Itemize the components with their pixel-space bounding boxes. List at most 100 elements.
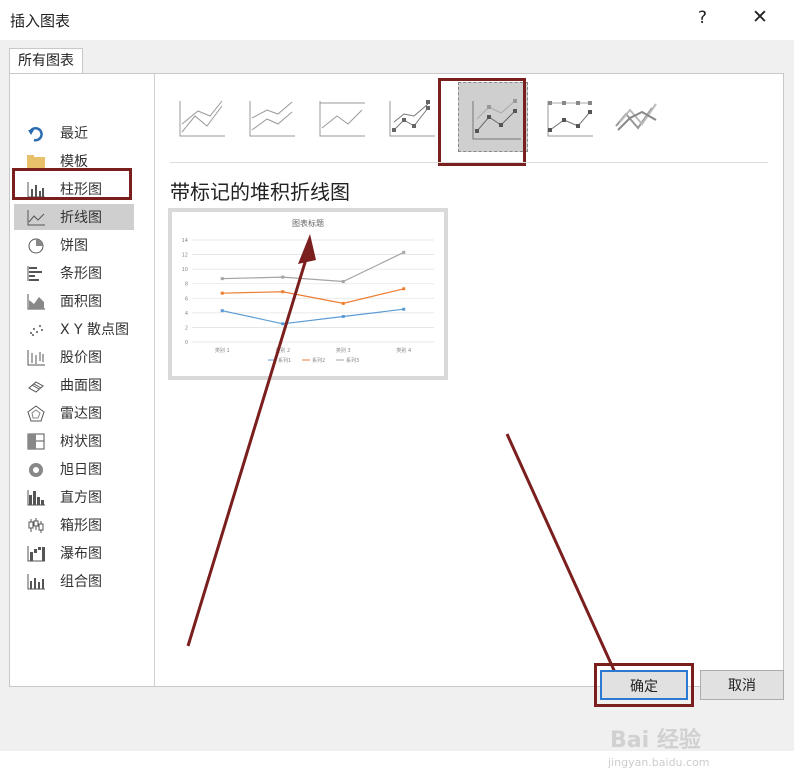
chart-type-title: 带标记的堆积折线图 — [170, 180, 350, 204]
stock-chart-icon — [26, 348, 46, 366]
subtype-3d-line[interactable] — [608, 86, 668, 146]
data-point — [341, 315, 345, 318]
legend-label: 系列2 — [312, 357, 325, 364]
sidebar-item-4[interactable]: 饼图 — [14, 232, 134, 258]
data-point — [281, 275, 285, 279]
chart-preview[interactable]: 图表标题 0 2 4 6 8 10 12 14 类别 1 类别 2 类别 3 类别 4 系列1 系列2 系列3 — [168, 208, 448, 380]
recent-icon — [26, 124, 46, 142]
y-tick-label: 2 — [185, 325, 188, 331]
gallery-divider — [170, 162, 768, 163]
subtype-stacked-line[interactable] — [240, 86, 300, 146]
dialog-body: 所有图表 组合图 瀑布图 箱形图 直方图 旭日图 树状图 雷达图 曲面图 股价图 X Y 散点图 面… — [0, 40, 794, 769]
sidebar-item-13[interactable]: 直方图 — [14, 484, 134, 510]
radar-chart-icon — [26, 404, 46, 422]
sidebar-item-label: 股价图 — [60, 350, 102, 366]
sidebar-item-5[interactable]: 条形图 — [14, 260, 134, 286]
subtype-100-stacked-line-markers[interactable] — [538, 86, 598, 146]
data-point — [402, 307, 406, 311]
sidebar-item-3[interactable]: 折线图 — [14, 204, 134, 230]
help-button[interactable]: ? — [698, 8, 707, 28]
sidebar-item-16[interactable]: 组合图 — [14, 568, 134, 594]
line-chart-icon — [26, 208, 46, 226]
x-tick-label: 类别 2 — [275, 347, 290, 354]
bar-chart-icon — [26, 264, 46, 282]
x-tick-label: 类别 3 — [336, 347, 351, 354]
window-title: 插入图表 — [10, 12, 71, 30]
treemap-chart-icon — [26, 432, 46, 450]
sidebar-item-11[interactable]: 树状图 — [14, 428, 134, 454]
sidebar-item-label: 曲面图 — [60, 378, 102, 394]
waterfall-chart-icon — [26, 544, 46, 562]
subtype-highlight-box — [438, 78, 526, 166]
legend-label: 系列3 — [346, 357, 359, 364]
line-markers-subtype-icon — [389, 100, 435, 137]
subtype-100-stacked-line[interactable] — [310, 86, 370, 146]
y-tick-label: 12 — [182, 253, 188, 259]
sidebar-item-label: 直方图 — [60, 490, 102, 506]
sidebar-item-label: 折线图 — [60, 210, 102, 226]
sidebar-item-label: 面积图 — [60, 294, 102, 310]
data-point — [402, 287, 406, 291]
area-chart-icon — [26, 292, 46, 310]
series-line — [222, 308, 404, 325]
y-tick-label: 8 — [185, 282, 188, 288]
data-point — [341, 301, 345, 305]
data-point — [341, 280, 345, 284]
sidebar-item-10[interactable]: 雷达图 — [14, 400, 134, 426]
sidebar-item-7[interactable]: X Y 散点图 — [14, 316, 134, 342]
3d-line-subtype-icon — [615, 103, 657, 131]
title-bar: 插入图表 ? ✕ — [0, 0, 794, 40]
data-point — [220, 277, 224, 281]
sidebar-item-12[interactable]: 旭日图 — [14, 456, 134, 482]
y-tick-label: 0 — [185, 340, 188, 346]
sidebar-item-9[interactable]: 曲面图 — [14, 372, 134, 398]
watermark-url: jingyan.baidu.com — [608, 756, 710, 769]
subtype-line[interactable] — [170, 86, 230, 146]
cancel-button[interactable]: 取消 — [700, 670, 784, 700]
stacked-line-subtype-icon — [249, 101, 295, 137]
sidebar-item-label: 箱形图 — [60, 518, 102, 534]
sidebar-item-label: 最近 — [60, 126, 88, 142]
sidebar-item-6[interactable]: 面积图 — [14, 288, 134, 314]
preview-chart: 图表标题 0 2 4 6 8 10 12 14 类别 1 类别 2 类别 3 类别 4 系列1 系列2 系列3 — [182, 218, 434, 364]
sidebar-item-label: 旭日图 — [60, 462, 102, 478]
tab-all-charts[interactable]: 所有图表 — [9, 48, 83, 74]
sidebar-item-label: 饼图 — [60, 238, 88, 254]
chart-title: 图表标题 — [292, 218, 324, 228]
series-line — [222, 251, 405, 283]
percent-stacked-line-subtype-icon — [319, 101, 365, 137]
subtype-line-markers[interactable] — [380, 86, 440, 146]
sidebar-item-label: 瀑布图 — [60, 546, 102, 562]
data-point — [281, 322, 285, 326]
y-tick-label: 6 — [185, 296, 188, 302]
x-tick-label: 类别 1 — [215, 347, 230, 354]
chart-panel: 组合图 瀑布图 箱形图 直方图 旭日图 树状图 雷达图 曲面图 股价图 X Y 散点图 面积图 条形图… — [9, 73, 784, 687]
sidebar-item-label: 雷达图 — [60, 406, 102, 422]
data-point — [220, 309, 224, 313]
combo-chart-icon — [26, 572, 46, 590]
sunburst-chart-icon — [26, 460, 46, 478]
series-line — [222, 288, 404, 304]
data-point — [281, 290, 285, 294]
sidebar-item-15[interactable]: 瀑布图 — [14, 540, 134, 566]
pie-chart-icon — [26, 236, 46, 254]
box-whisker-chart-icon — [26, 516, 46, 534]
sidebar-item-8[interactable]: 股价图 — [14, 344, 134, 370]
legend-label: 系列1 — [278, 357, 291, 364]
close-button[interactable]: ✕ — [752, 6, 768, 28]
watermark-logo: Bai 经验 — [610, 728, 701, 753]
data-point — [220, 291, 224, 295]
data-point — [402, 250, 406, 254]
sidebar-item-label: 树状图 — [60, 434, 102, 450]
histogram-chart-icon — [26, 488, 46, 506]
percent-stacked-markers-subtype-icon — [547, 101, 593, 137]
y-tick-label: 4 — [185, 311, 188, 317]
ok-highlight-box — [594, 663, 694, 707]
sidebar-item-label: 组合图 — [60, 574, 102, 590]
chart-type-sidebar: 组合图 瀑布图 箱形图 直方图 旭日图 树状图 雷达图 曲面图 股价图 X Y 散点图 面积图 条形图… — [10, 74, 155, 686]
y-tick-label: 14 — [182, 238, 188, 244]
sidebar-item-14[interactable]: 箱形图 — [14, 512, 134, 538]
sidebar-highlight-box — [12, 168, 132, 200]
sidebar-item-0[interactable]: 最近 — [14, 120, 134, 146]
line-subtype-icon — [179, 100, 225, 137]
